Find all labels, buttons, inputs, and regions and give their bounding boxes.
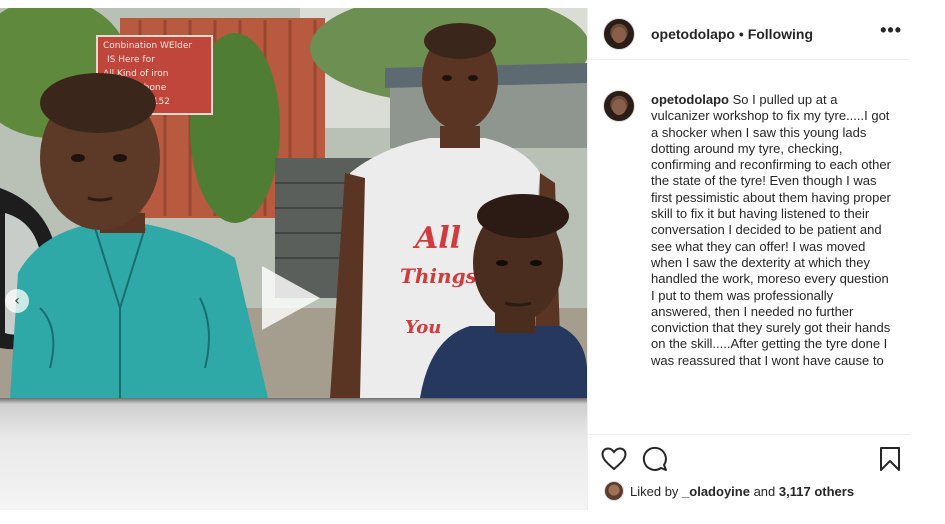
comment-icon[interactable] [641,445,669,473]
post-actions: Liked by _oladoyine and 3,117 others [588,434,910,510]
header-username[interactable]: opetodolapo [651,26,735,42]
others-likes-link[interactable]: 3,117 others [779,484,854,499]
header-user-line: opetodolapo • Following [651,26,813,42]
post-header: opetodolapo • Following ••• [588,8,910,60]
likes-conjunction: and [749,483,779,499]
sign-line: Conbination WElder [103,41,192,51]
avatar[interactable] [603,18,635,50]
heart-icon[interactable] [600,445,628,473]
post-sidebar: opetodolapo • Following ••• opetodolapo … [587,8,910,510]
likes-summary: Liked by _oladoyine and 3,117 others [604,481,854,501]
liker-avatar[interactable] [604,481,624,501]
following-button[interactable]: Following [748,26,813,42]
instagram-post: Conbination WElder IS Here for All Kind … [0,0,945,524]
bookmark-icon[interactable] [876,445,904,473]
caption-avatar[interactable] [603,90,635,122]
shirt-word: Things [400,264,477,288]
header-separator: • [738,26,744,42]
play-icon[interactable] [262,266,320,330]
caption-text-block: opetodolapo So I pulled up at a vulcaniz… [651,92,893,369]
chevron-left-icon[interactable]: ‹ [5,289,29,313]
shirt-word: You [405,317,441,338]
more-horizontal-icon[interactable]: ••• [880,20,902,41]
caption-text: So I pulled up at a vulcanizer workshop … [651,92,891,368]
video-frame: Conbination WElder IS Here for All Kind … [0,8,587,398]
car-window-frame [0,398,587,510]
caption-username[interactable]: opetodolapo [651,92,729,107]
shirt-word: All [412,221,461,256]
likes-prefix: Liked by [630,483,683,499]
post-caption: opetodolapo So I pulled up at a vulcaniz… [588,68,910,434]
first-liker-link[interactable]: _oladoyine [682,484,750,499]
post-media[interactable]: Conbination WElder IS Here for All Kind … [0,8,587,510]
sign-line: IS Here for [107,55,155,65]
